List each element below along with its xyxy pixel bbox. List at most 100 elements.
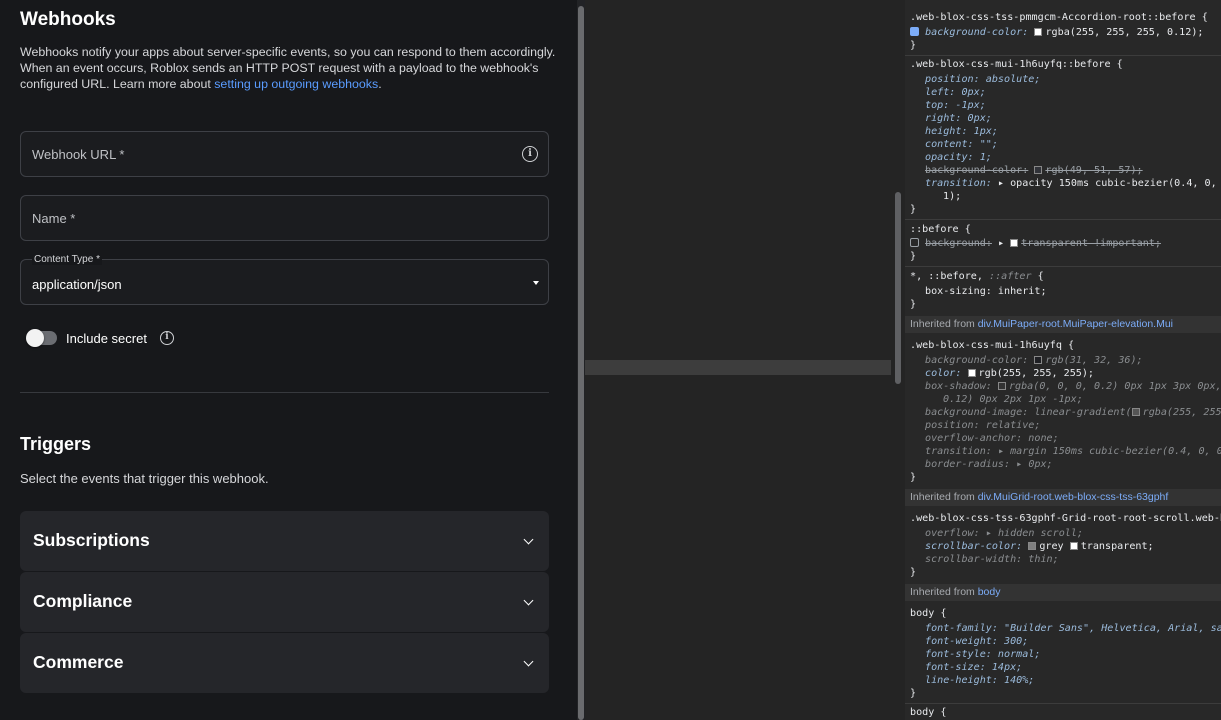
name-field[interactable]: Name *	[20, 195, 549, 241]
rule-separator	[905, 55, 1221, 56]
selector-part: ::after	[989, 271, 1032, 282]
css-declaration[interactable]: overflow-anchor: none;	[925, 432, 1059, 445]
accordion-subscriptions[interactable]: Subscriptions	[20, 511, 549, 571]
css-value: rgba(0, 0, 0, 0.2) 0px 1px 3px 0px,	[1008, 381, 1221, 392]
css-rule-close: }	[910, 40, 917, 51]
css-declaration[interactable]: left: 0px;	[925, 86, 986, 99]
inherited-node-link[interactable]: div.MuiPaper-root.MuiPaper-elevation.Mui	[978, 318, 1173, 330]
elements-scrollbar[interactable]	[891, 0, 905, 720]
css-property: scrollbar-color:	[925, 541, 1023, 552]
css-value: rgb(31, 32, 36);	[1045, 355, 1143, 366]
accordion-label: Compliance	[33, 591, 133, 611]
css-declaration[interactable]: background-image: linear-gradient(rgba(2…	[925, 406, 1221, 419]
css-value: rgb(255, 255, 255);	[978, 368, 1095, 379]
selector-part: {	[1031, 271, 1044, 282]
css-declaration[interactable]: background-color: rgba(255, 255, 255, 0.…	[910, 26, 1203, 39]
css-property: transition:	[925, 446, 992, 457]
css-property: box-shadow:	[925, 381, 992, 392]
css-declaration[interactable]: right: 0px;	[925, 112, 992, 125]
css-rule-close: }	[910, 567, 917, 578]
css-declaration[interactable]: background-color: rgb(49, 51, 57);	[925, 164, 1143, 177]
chevron-down-icon	[523, 656, 534, 667]
webhook-config-page: Webhooks Webhooks notify your apps about…	[0, 0, 577, 720]
include-secret-label: Include secret	[66, 331, 147, 346]
css-declaration[interactable]: background-color: rgb(31, 32, 36);	[925, 354, 1143, 367]
color-swatch[interactable]	[1034, 356, 1043, 364]
css-declaration[interactable]: scrollbar-color: grey transparent;	[925, 540, 1154, 553]
color-swatch[interactable]	[1010, 239, 1019, 247]
css-selector[interactable]: body {	[910, 607, 946, 620]
scrollbar-thumb[interactable]	[578, 6, 584, 720]
inherited-label: Inherited from	[910, 491, 978, 503]
css-selector[interactable]: body {	[910, 706, 946, 719]
color-swatch[interactable]	[967, 369, 976, 377]
css-selector[interactable]: .web-blox-css-mui-1h6uyfq::before {	[910, 58, 1123, 71]
property-checkbox[interactable]	[910, 27, 919, 36]
setup-webhooks-link[interactable]: setting up outgoing webhooks	[214, 77, 378, 91]
chevron-down-icon	[523, 534, 534, 545]
css-declaration[interactable]: scrollbar-width: thin;	[925, 553, 1059, 566]
css-declaration[interactable]: font-style: normal;	[925, 648, 1040, 661]
css-declaration[interactable]: box-sizing: inherit;	[925, 285, 1047, 298]
css-property: background:	[925, 238, 992, 249]
chevron-down-icon	[523, 595, 534, 606]
css-declaration[interactable]: position: relative;	[925, 419, 1040, 432]
css-selector[interactable]: .web-blox-css-tss-63gphf-Grid-root-root-…	[910, 512, 1221, 525]
color-swatch[interactable]	[997, 382, 1006, 390]
css-value: opacity 150ms cubic-bezier(0.4, 0, 0	[1010, 178, 1221, 189]
css-rule-close: }	[910, 472, 917, 483]
css-declaration[interactable]: height: 1px;	[925, 125, 998, 138]
accordion-label: Subscriptions	[33, 530, 150, 550]
info-icon[interactable]: i	[522, 146, 538, 162]
css-declaration[interactable]: box-shadow: rgba(0, 0, 0, 0.2) 0px 1px 3…	[925, 380, 1221, 393]
page-title: Webhooks	[20, 9, 116, 30]
css-declaration[interactable]: border-radius: ▸ 0px;	[925, 458, 1053, 471]
css-declaration[interactable]: transition: ▸ margin 150ms cubic-bezier(…	[925, 445, 1221, 458]
color-swatch[interactable]	[1028, 542, 1037, 550]
css-declaration[interactable]: font-size: 14px;	[925, 661, 1022, 674]
css-declaration[interactable]: opacity: 1;	[925, 151, 992, 164]
color-swatch[interactable]	[1034, 166, 1043, 174]
property-checkbox[interactable]	[910, 238, 919, 247]
accordion-commerce[interactable]: Commerce	[20, 633, 549, 693]
color-swatch[interactable]	[1034, 28, 1043, 36]
css-selector[interactable]: ::before {	[910, 223, 971, 236]
css-selector[interactable]: .web-blox-css-mui-1h6uyfq {	[910, 339, 1074, 352]
color-swatch[interactable]	[1131, 408, 1140, 416]
webhook-url-field[interactable]: Webhook URL * i	[20, 131, 549, 177]
toggle-knob	[26, 329, 44, 347]
css-declaration[interactable]: font-family: "Builder Sans", Helvetica, …	[925, 622, 1221, 635]
page-description: Webhooks notify your apps about server-s…	[20, 45, 560, 92]
css-property: background-color:	[925, 165, 1029, 176]
css-declaration[interactable]: position: absolute;	[925, 73, 1040, 86]
css-declaration[interactable]: transition: ▸ opacity 150ms cubic-bezier…	[925, 177, 1221, 190]
css-declaration[interactable]: top: -1px;	[925, 99, 986, 112]
webhook-url-placeholder: Webhook URL *	[32, 147, 125, 162]
css-value: rgba(255, 255, 255, 0.12);	[1045, 27, 1204, 38]
selected-node-highlight	[585, 360, 891, 375]
css-selector[interactable]: *, ::before, ::after {	[910, 270, 1044, 283]
css-selector[interactable]: .web-blox-css-tss-pmmgcm-Accordion-root:…	[910, 11, 1208, 24]
rule-separator	[905, 219, 1221, 220]
css-declaration[interactable]: background: ▸ transparent !important;	[910, 237, 1161, 250]
css-property: background-color:	[925, 355, 1029, 366]
css-property: background-image:	[925, 407, 1029, 418]
page-scrollbar[interactable]	[577, 0, 585, 720]
css-value: hidden scroll;	[997, 528, 1084, 539]
css-property: transition:	[925, 178, 992, 189]
inherited-node-link[interactable]: body	[978, 586, 1001, 598]
css-declaration[interactable]: overflow: ▸ hidden scroll;	[925, 527, 1083, 540]
css-declaration[interactable]: color: rgb(255, 255, 255);	[925, 367, 1094, 380]
include-secret-toggle[interactable]	[26, 329, 57, 347]
info-icon[interactable]: i	[160, 331, 174, 345]
color-swatch[interactable]	[1069, 542, 1078, 550]
inherited-node-link[interactable]: div.MuiGrid-root.web-blox-css-tss-63gphf	[978, 491, 1169, 503]
css-declaration[interactable]: content: "";	[925, 138, 998, 151]
css-value: rgba(255, 255	[1142, 407, 1221, 418]
css-declaration[interactable]: line-height: 140%;	[925, 674, 1034, 687]
css-rule-close: }	[910, 688, 917, 699]
scrollbar-thumb[interactable]	[895, 192, 901, 384]
css-declaration[interactable]: font-weight: 300;	[925, 635, 1028, 648]
accordion-compliance[interactable]: Compliance	[20, 572, 549, 632]
content-type-select[interactable]: Content Type * application/json	[20, 254, 549, 305]
